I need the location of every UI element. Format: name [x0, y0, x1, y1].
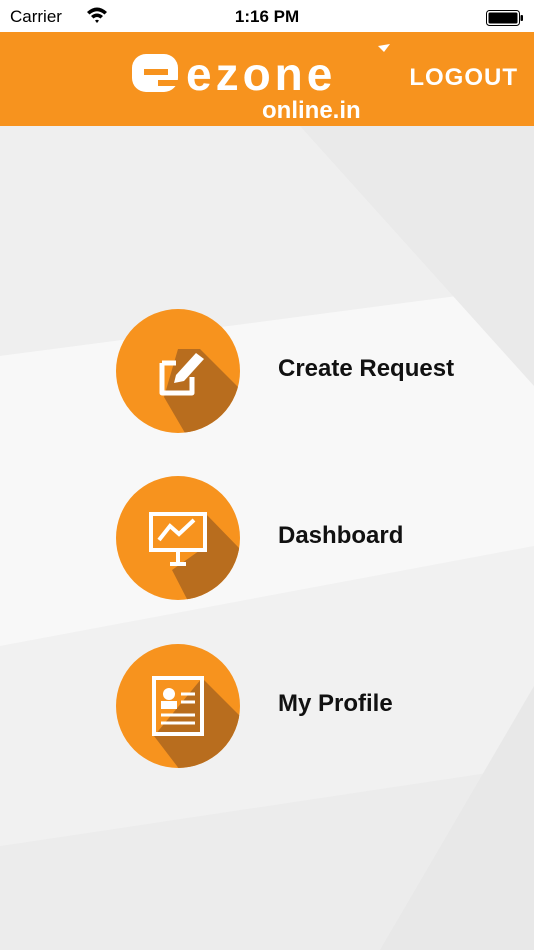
menu-item-my-profile[interactable]: My Profile: [116, 644, 496, 768]
menu-item-create-request[interactable]: Create Request: [116, 309, 496, 433]
create-request-label: Create Request: [278, 355, 455, 382]
logo-sub-text: online.in: [262, 97, 361, 122]
my-profile-label: My Profile: [278, 690, 393, 717]
logo-brand-text: ezone: [186, 48, 336, 100]
status-bar: Carrier 1:16 PM: [0, 0, 534, 32]
ezone-logo: ezone online.in: [128, 42, 398, 127]
create-request-circle: [116, 309, 240, 433]
dashboard-circle: [116, 476, 240, 600]
menu-item-dashboard[interactable]: Dashboard: [116, 476, 496, 600]
dashboard-label: Dashboard: [278, 522, 404, 549]
logout-button[interactable]: LOGOUT: [409, 64, 518, 92]
main-content: Create Request Dashboard My Profile: [0, 126, 534, 950]
battery-icon: [486, 10, 524, 26]
profile-circle: [116, 644, 240, 768]
app-header: ezone online.in LOGOUT: [0, 32, 534, 126]
clock-time: 1:16 PM: [234, 7, 300, 26]
